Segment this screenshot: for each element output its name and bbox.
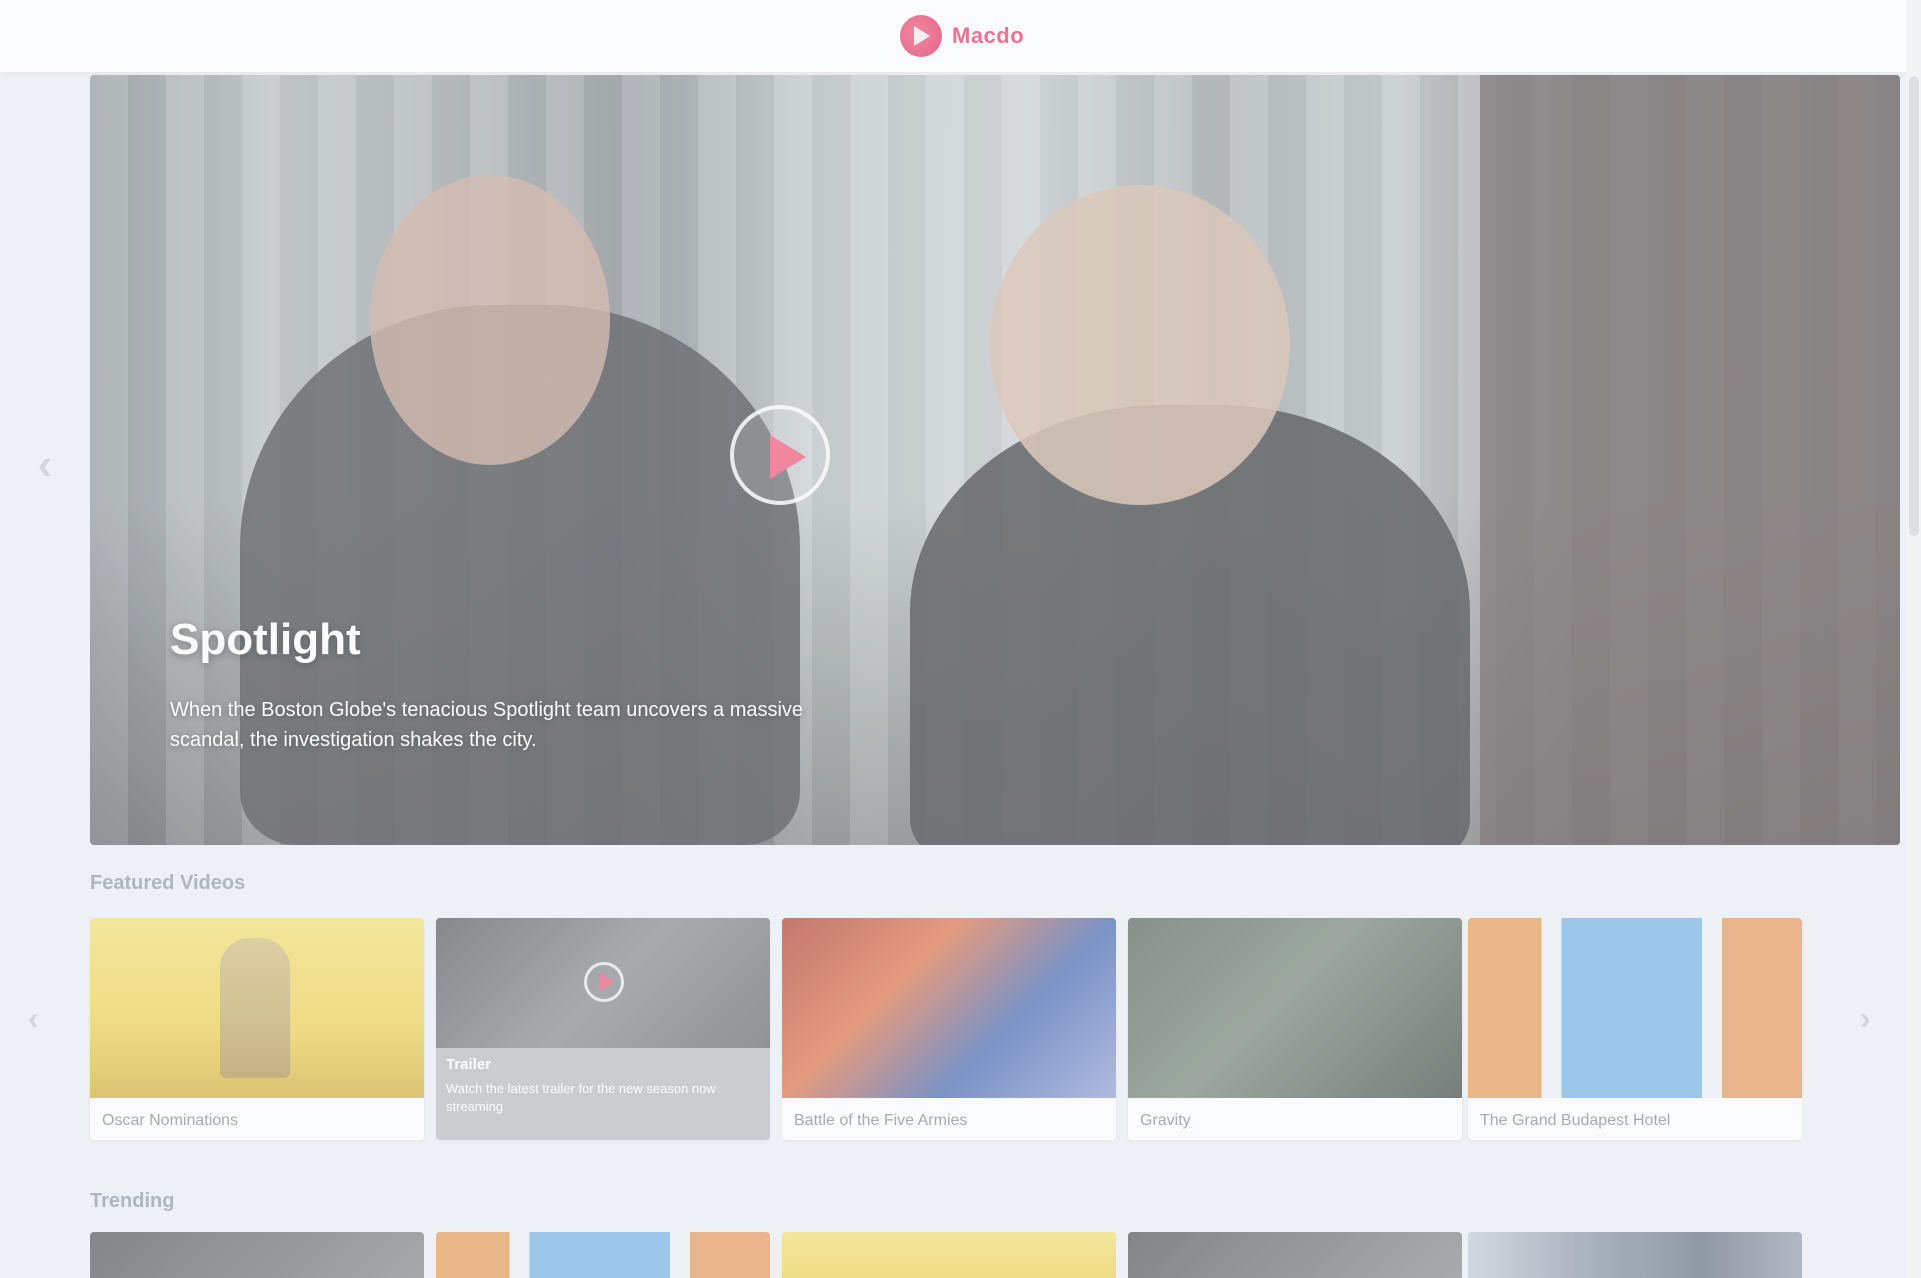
card-overlay: Trailer Watch the latest trailer for the… (436, 1048, 770, 1140)
card-oscar[interactable]: Oscar Nominations (90, 918, 424, 1140)
row-prev-arrow-icon[interactable]: ‹ (28, 1000, 39, 1037)
card-overlay-title: Trailer (446, 1056, 492, 1073)
hero-figure-2-head (990, 185, 1290, 505)
trending-row (90, 1232, 1802, 1278)
card-label: Gravity (1140, 1112, 1191, 1129)
card-thumbnail (782, 918, 1116, 1098)
hero-play-button[interactable] (730, 405, 830, 505)
page: Macdo Spotlight When the Boston Globe's … (0, 0, 1921, 1278)
card-thumbnail (1128, 918, 1462, 1098)
trending-card-2[interactable] (436, 1232, 770, 1278)
trending-card-1[interactable] (90, 1232, 424, 1278)
row-next-arrow-icon[interactable]: › (1860, 1000, 1871, 1037)
card-label: Battle of the Five Armies (794, 1112, 968, 1129)
brand-name: Macdo (952, 23, 1025, 48)
card-trailer[interactable]: Trailer Watch the latest trailer for the… (436, 918, 770, 1140)
hero-figure-1-head (370, 175, 610, 465)
trending-card-5[interactable] (1468, 1232, 1802, 1278)
page-scrollbar[interactable] (1906, 0, 1921, 1278)
card-play-icon[interactable] (584, 962, 624, 1002)
hero-prev-arrow-icon[interactable]: ‹ (25, 440, 65, 490)
card-gravity[interactable]: Gravity (1128, 918, 1462, 1140)
hero-title: Spotlight (170, 615, 361, 664)
trending-card-4[interactable] (1128, 1232, 1462, 1278)
hero-banner[interactable]: Spotlight When the Boston Globe's tenaci… (90, 75, 1900, 845)
card-label: Oscar Nominations (102, 1112, 239, 1129)
hero-description: When the Boston Globe's tenacious Spotli… (170, 699, 804, 751)
card-battle[interactable]: Battle of the Five Armies (782, 918, 1116, 1140)
brand[interactable]: Macdo (900, 12, 1024, 60)
card-thumbnail (1468, 918, 1802, 1098)
brand-logo-icon (900, 15, 942, 57)
card-overlay-subtitle: Watch the latest trailer for the new sea… (446, 1081, 716, 1114)
card-budapest[interactable]: The Grand Budapest Hotel (1468, 918, 1802, 1140)
top-bar: Macdo (0, 0, 1906, 72)
card-thumbnail (90, 918, 424, 1098)
featured-row: Oscar Nominations Trailer Watch the late… (90, 918, 1802, 1148)
hero-figure-3 (1480, 75, 1900, 845)
scrollbar-thumb[interactable] (1909, 76, 1919, 536)
section-title-trending: Trending (90, 1190, 175, 1212)
section-title-featured: Featured Videos (90, 872, 246, 894)
card-label: The Grand Budapest Hotel (1480, 1112, 1671, 1129)
trending-card-3[interactable] (782, 1232, 1116, 1278)
